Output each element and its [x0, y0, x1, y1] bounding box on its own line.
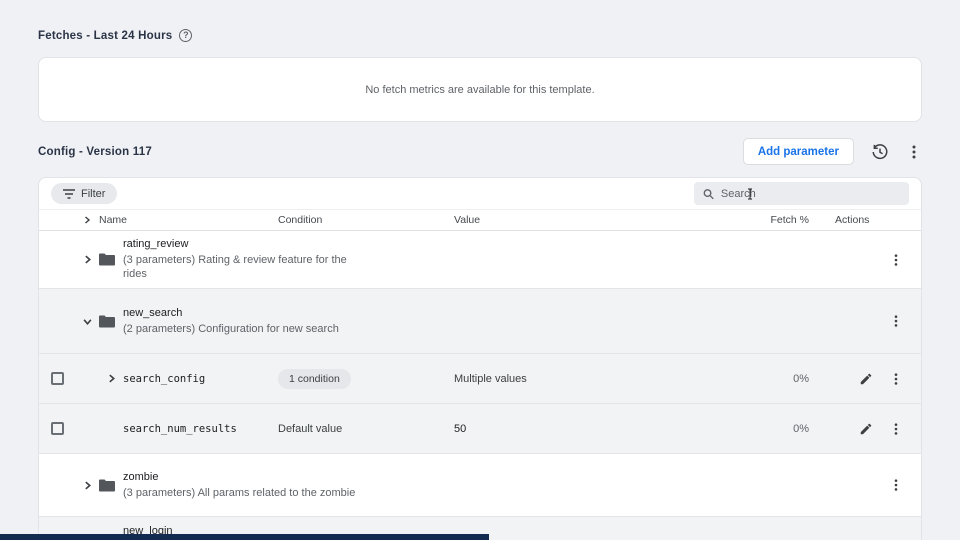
fetch-percent: 0%	[749, 373, 809, 385]
table-header-row: Name Condition Value Fetch % Actions	[39, 210, 921, 231]
chevron-right-icon[interactable]	[75, 481, 99, 490]
chevron-down-icon[interactable]	[75, 317, 99, 326]
folder-icon	[99, 315, 123, 328]
row-checkbox[interactable]	[51, 372, 64, 385]
row-kebab-icon[interactable]	[889, 478, 903, 492]
fetches-title: Fetches - Last 24 Hours	[38, 30, 172, 42]
fetches-header: Fetches - Last 24 Hours ?	[38, 29, 922, 42]
config-table-card: Filter Name Condition Value Fetch %	[38, 177, 922, 540]
group-description: (2 parameters) Configuration for new sea…	[123, 322, 339, 336]
group-name: new_search	[123, 307, 339, 319]
group-description: (3 parameters) Rating & review feature f…	[123, 253, 359, 281]
table-row-zombie[interactable]: zombie (3 parameters) All params related…	[39, 454, 921, 517]
header-expand-all-icon[interactable]	[75, 216, 99, 224]
row-kebab-icon[interactable]	[889, 314, 903, 328]
column-name[interactable]: Name	[99, 214, 278, 226]
group-info: zombie (3 parameters) All params related…	[123, 471, 355, 500]
search-icon	[703, 188, 714, 200]
filter-button[interactable]: Filter	[51, 183, 117, 204]
column-value[interactable]: Value	[454, 214, 749, 226]
row-checkbox[interactable]	[51, 422, 64, 435]
condition-badge: 1 condition	[278, 369, 351, 389]
param-value: Multiple values	[454, 373, 749, 385]
row-kebab-icon[interactable]	[889, 422, 903, 436]
table-row-search-config[interactable]: search_config 1 condition Multiple value…	[39, 354, 921, 404]
condition-text: Default value	[278, 423, 454, 435]
table-row-rating-review[interactable]: rating_review (3 parameters) Rating & re…	[39, 231, 921, 289]
group-name: zombie	[123, 471, 355, 483]
filter-label: Filter	[81, 188, 105, 200]
table-row-new-search[interactable]: new_search (2 parameters) Configuration …	[39, 289, 921, 354]
table-toolbar: Filter	[39, 178, 921, 210]
param-name: search_num_results	[123, 423, 278, 435]
table-row-search-num-results[interactable]: search_num_results Default value 50 0%	[39, 404, 921, 454]
group-description: (3 parameters) All params related to the…	[123, 486, 355, 500]
config-title: Config - Version 117	[38, 146, 152, 158]
edit-pencil-icon[interactable]	[859, 422, 873, 436]
chevron-right-icon[interactable]	[99, 374, 123, 383]
folder-icon	[99, 479, 123, 492]
config-actions: Add parameter	[743, 138, 922, 165]
fetch-empty-message: No fetch metrics are available for this …	[365, 84, 594, 96]
row-kebab-icon[interactable]	[889, 253, 903, 267]
filter-icon	[63, 189, 75, 199]
fetch-metrics-card: No fetch metrics are available for this …	[38, 57, 922, 122]
column-condition[interactable]: Condition	[278, 214, 454, 226]
column-fetch[interactable]: Fetch %	[749, 214, 809, 226]
group-name: rating_review	[123, 238, 359, 250]
add-parameter-button[interactable]: Add parameter	[743, 138, 854, 165]
help-icon[interactable]: ?	[179, 29, 192, 42]
config-header: Config - Version 117 Add parameter	[38, 138, 922, 165]
page: Fetches - Last 24 Hours ? No fetch metri…	[0, 0, 960, 540]
column-actions: Actions	[809, 214, 921, 226]
chevron-right-icon[interactable]	[75, 255, 99, 264]
search-box[interactable]	[694, 182, 909, 205]
param-value: 50	[454, 423, 749, 435]
group-info: rating_review (3 parameters) Rating & re…	[123, 238, 359, 281]
config-kebab-icon[interactable]	[906, 144, 922, 160]
text-cursor-icon	[746, 188, 754, 200]
param-name: search_config	[123, 373, 278, 385]
folder-icon	[99, 253, 123, 266]
row-kebab-icon[interactable]	[889, 372, 903, 386]
group-info: new_search (2 parameters) Configuration …	[123, 307, 339, 336]
history-icon[interactable]	[871, 143, 889, 161]
playback-progress-bar	[0, 534, 489, 540]
edit-pencil-icon[interactable]	[859, 372, 873, 386]
fetch-percent: 0%	[749, 423, 809, 435]
